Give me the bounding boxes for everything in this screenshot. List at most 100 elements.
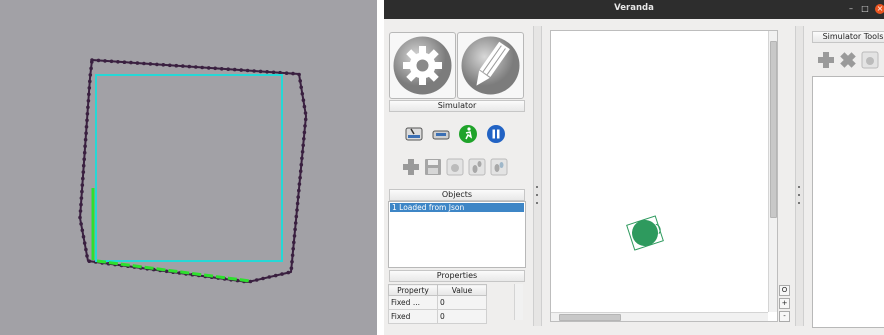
settings-button[interactable] <box>389 32 456 99</box>
run-icon <box>459 125 477 143</box>
simulation-canvas[interactable] <box>550 30 778 322</box>
add-icon[interactable] <box>817 51 835 69</box>
right-splitter[interactable] <box>795 26 804 326</box>
controller-button[interactable] <box>431 124 451 144</box>
path-waypoint <box>286 270 291 275</box>
footprint-alt-button[interactable] <box>489 157 509 177</box>
path-waypoint <box>200 65 204 70</box>
pencil-icon <box>461 36 520 95</box>
scroll-thumb[interactable] <box>559 314 621 321</box>
gear-icon <box>393 36 452 95</box>
add-icon <box>403 159 419 175</box>
path-waypoint <box>265 70 269 74</box>
list-item[interactable]: 1 Loaded from Json <box>390 203 524 212</box>
path-waypoint <box>85 118 89 123</box>
scroll-thumb[interactable] <box>770 41 777 218</box>
path-waypoint <box>84 125 89 129</box>
disk-icon <box>446 158 464 176</box>
path-waypoint <box>80 189 84 194</box>
path-waypoint <box>226 67 230 71</box>
close-button[interactable]: × <box>875 4 884 14</box>
path-waypoint <box>295 201 300 206</box>
table-row[interactable]: Fixed 0 <box>388 309 487 324</box>
path-waypoint <box>303 111 308 115</box>
maximize-button[interactable]: □ <box>860 4 870 14</box>
footprint-alt-icon <box>490 158 508 176</box>
simulator-tools-header: Simulator Tools <box>812 31 884 43</box>
zoom-reset-button[interactable]: O <box>779 285 790 296</box>
properties-header: Properties <box>389 270 525 282</box>
objects-header: Objects <box>389 189 525 201</box>
path-waypoint <box>80 183 85 187</box>
path-waypoint <box>290 253 295 258</box>
disk-icon[interactable] <box>861 51 879 69</box>
path-waypoint <box>302 130 307 135</box>
path-waypoint <box>89 66 93 71</box>
path-waypoint <box>297 188 301 193</box>
outer-path-line <box>79 59 307 283</box>
minimize-button[interactable]: – <box>846 4 856 14</box>
window-title: Veranda <box>614 3 654 13</box>
pause-button[interactable] <box>486 124 506 144</box>
run-button[interactable] <box>458 124 478 144</box>
footprint-button[interactable] <box>467 157 487 177</box>
path-waypoint <box>300 156 304 161</box>
path-waypoint <box>293 221 298 225</box>
robot[interactable] <box>626 215 664 251</box>
path-waypoint <box>297 72 301 77</box>
path-waypoint <box>79 222 83 226</box>
path-waypoint <box>85 254 89 258</box>
value-cell[interactable]: 0 <box>437 309 487 324</box>
path-waypoint <box>295 208 299 212</box>
path-waypoint <box>81 170 86 174</box>
save-icon <box>425 159 441 175</box>
path-waypoint <box>83 144 87 148</box>
path-waypoint <box>302 104 307 109</box>
zoom-out-button[interactable]: - <box>779 311 790 322</box>
table-row[interactable]: Fixed ... 0 <box>388 295 487 310</box>
controller-icon <box>432 130 450 140</box>
zoom-in-button[interactable]: + <box>779 298 790 309</box>
path-waypoint <box>258 69 263 74</box>
path-waypoint <box>298 169 303 173</box>
path-waypoint <box>252 69 256 73</box>
remove-icon[interactable] <box>839 51 857 69</box>
objects-list[interactable]: 1 Loaded from Json <box>388 201 526 268</box>
path-waypoint <box>297 182 302 186</box>
path-waypoint <box>85 112 90 116</box>
path-waypoint <box>300 150 305 154</box>
path-waypoint <box>239 68 243 72</box>
path-waypoint <box>135 61 140 65</box>
trajectory-view <box>0 0 377 335</box>
path-waypoint <box>303 117 308 122</box>
path-waypoint <box>213 66 217 71</box>
add-button[interactable] <box>401 157 421 177</box>
properties-scrollbar[interactable] <box>514 284 523 320</box>
path-waypoint <box>300 92 305 96</box>
path-waypoint <box>245 68 250 73</box>
path-waypoint <box>254 278 259 282</box>
path-waypoint <box>81 234 86 239</box>
canvas-vertical-scrollbar[interactable] <box>768 31 777 312</box>
path-waypoint <box>122 60 127 64</box>
disk-button[interactable] <box>445 157 465 177</box>
canvas-horizontal-scrollbar[interactable] <box>551 312 768 321</box>
path-waypoint <box>302 137 306 141</box>
footprint-icon <box>468 158 486 176</box>
joystick-button[interactable] <box>404 124 424 144</box>
left-splitter[interactable] <box>533 26 542 326</box>
path-waypoint <box>88 73 93 77</box>
path-waypoint <box>78 215 82 220</box>
path-waypoint <box>299 85 304 90</box>
column-header: Value <box>437 284 487 296</box>
designer-button[interactable] <box>457 32 524 99</box>
inner-square <box>95 74 283 262</box>
trace-horizontal <box>96 259 251 283</box>
value-cell[interactable]: 0 <box>437 295 487 310</box>
save-button[interactable] <box>423 157 443 177</box>
path-waypoint <box>83 137 88 142</box>
path-waypoint <box>79 196 84 200</box>
path-waypoint <box>86 99 91 103</box>
path-waypoint <box>278 70 282 75</box>
path-waypoint <box>298 175 302 180</box>
